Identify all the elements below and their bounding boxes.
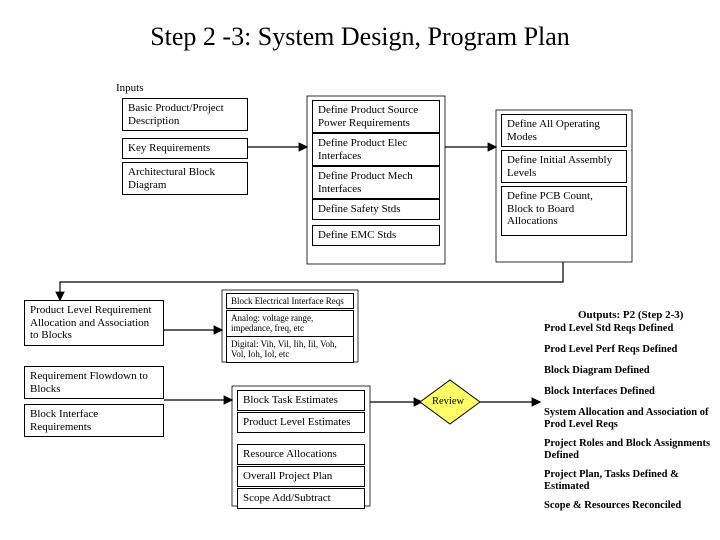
box-res-alloc: Resource Allocations [237, 444, 365, 465]
outputs-header: Outputs: P2 (Step 2-3) [578, 309, 683, 321]
out-b: Prod Level Perf Reqs Defined [544, 344, 677, 356]
box-prod-est: Product Level Estimates [237, 412, 365, 433]
box-task-est: Block Task Estimates [237, 390, 365, 411]
inputs-label: Inputs [116, 82, 144, 94]
box-def-mech: Define Product Mech Interfaces [312, 166, 440, 199]
box-req-flow: Requirement Flowdown to Blocks [24, 366, 164, 399]
box-def-emc: Define EMC Stds [312, 225, 440, 246]
out-a: Prod Level Std Reqs Defined [544, 323, 673, 335]
out-h: Scope & Resources Reconciled [544, 500, 681, 512]
box-scope: Scope Add/Subtract [237, 488, 365, 509]
box-def-elec: Define Product Elec Interfaces [312, 133, 440, 166]
box-def-power: Define Product Source Power Requirements [312, 100, 440, 133]
box-input-arch: Architectural Block Diagram [122, 162, 248, 195]
box-digital: Digital: Vih, Vil, Iih, Iil, Voh, Vol, I… [226, 336, 354, 363]
box-input-keyreq: Key Requirements [122, 138, 248, 159]
box-analog: Analog: voltage range, impedance, freq, … [226, 310, 354, 337]
out-g: Project Plan, Tasks Defined & Estimated [544, 469, 714, 493]
box-elec-iface-reqs: Block Electrical Interface Reqs [226, 293, 354, 309]
out-c: Block Diagram Defined [544, 365, 650, 377]
review-label: Review [432, 396, 464, 407]
box-def-safety: Define Safety Stds [312, 199, 440, 220]
box-asm: Define Initial Assembly Levels [501, 150, 627, 183]
box-proj-plan: Overall Project Plan [237, 466, 365, 487]
out-e: System Allocation and Association of Pro… [544, 407, 714, 431]
box-prod-alloc: Product Level Requirement Allocation and… [24, 300, 164, 346]
box-opmodes: Define All Operating Modes [501, 114, 627, 147]
page-title: Step 2 -3: System Design, Program Plan [0, 22, 720, 52]
out-d: Block Interfaces Defined [544, 386, 655, 398]
box-pcb: Define PCB Count, Block to Board Allocat… [501, 186, 627, 236]
out-f: Project Roles and Block Assignments Defi… [544, 438, 714, 462]
box-block-iface: Block Interface Requirements [24, 404, 164, 437]
box-input-basic: Basic Product/Project Description [122, 98, 248, 131]
